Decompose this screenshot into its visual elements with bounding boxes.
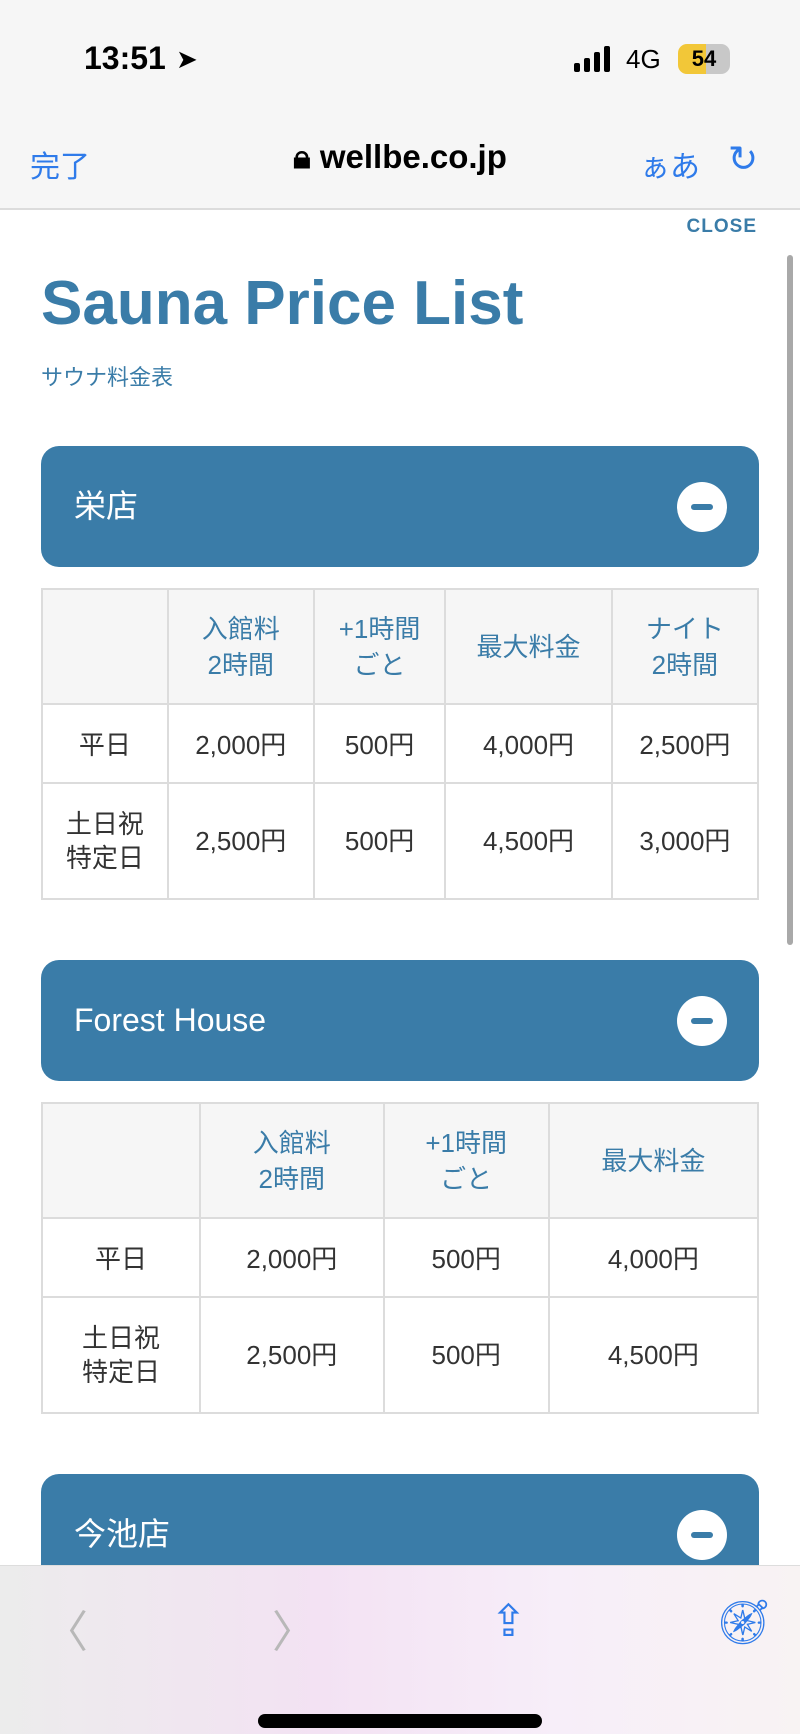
collapse-icon[interactable] xyxy=(677,1510,727,1560)
price-cell: 500円 xyxy=(382,1217,550,1298)
price-cell: 500円 xyxy=(312,703,447,784)
status-bar: 13:51 ➤ 4G 54 xyxy=(0,0,800,100)
price-table-forest-house: 入館料 2時間 +1時間 ごと 最大料金 平日 2,000円 500円 4,000円 土日… xyxy=(41,1102,760,1414)
done-button[interactable]: 完了 xyxy=(30,142,90,186)
price-cell: 4,500円 xyxy=(444,782,613,900)
header-cell: 入館料 2時間 xyxy=(198,1102,385,1219)
network-type: 4G xyxy=(626,44,661,74)
collapse-icon[interactable] xyxy=(677,482,727,532)
page-subtitle: サウナ料金表 xyxy=(41,365,174,390)
price-cell: 4,000円 xyxy=(444,703,613,784)
scrollbar[interactable] xyxy=(787,255,793,945)
header-cell: 最大料金 xyxy=(444,588,613,705)
table-row: 土日祝 特定日 2,500円 500円 4,500円 3,000円 xyxy=(41,782,760,900)
price-cell: 500円 xyxy=(312,782,447,900)
close-button[interactable]: CLOSE xyxy=(687,216,757,238)
header-cell xyxy=(41,588,169,705)
section-header-forest-house[interactable]: Forest House xyxy=(41,960,759,1081)
price-cell: 2,500円 xyxy=(166,782,315,900)
row-label: 平日 xyxy=(41,703,169,784)
home-indicator xyxy=(258,1714,542,1728)
price-table-sakae: 入館料 2時間 +1時間 ごと 最大料金 ナイト 2時間 平日 2,000円 500円 4,… xyxy=(41,588,760,900)
forward-icon[interactable]: 〉 xyxy=(272,1596,316,1660)
back-icon[interactable]: 〈 xyxy=(44,1596,88,1660)
price-cell: 4,500円 xyxy=(547,1296,760,1414)
section-title: Forest House xyxy=(74,1002,267,1038)
location-arrow-icon: ➤ xyxy=(176,44,198,74)
section-title: 栄店 xyxy=(74,488,139,524)
page-title: Sauna Price List xyxy=(41,269,524,338)
header-cell xyxy=(41,1102,201,1219)
signal-icon xyxy=(574,46,610,72)
text-size-button[interactable]: ぁあ xyxy=(640,142,700,186)
table-row: 平日 2,000円 500円 4,000円 xyxy=(41,1217,760,1298)
price-cell: 500円 xyxy=(382,1296,550,1414)
url-text: wellbe.co.jp xyxy=(319,138,507,175)
price-cell: 2,500円 xyxy=(610,703,760,784)
header-cell: 入館料 2時間 xyxy=(166,588,315,705)
reload-icon[interactable]: ↻ xyxy=(728,138,758,180)
row-label: 平日 xyxy=(41,1217,201,1298)
header-cell: ナイト 2時間 xyxy=(610,588,760,705)
compass-icon[interactable]: 🧭︎ xyxy=(716,1596,772,1648)
share-icon[interactable]: ⇪ xyxy=(490,1596,527,1647)
browser-bottom-bar: 〈 〉 ⇪ 🧭︎ xyxy=(0,1565,800,1734)
header-cell: +1時間 ごと xyxy=(312,588,447,705)
price-cell: 2,500円 xyxy=(198,1296,385,1414)
header-cell: +1時間 ごと xyxy=(382,1102,550,1219)
row-label: 土日祝 特定日 xyxy=(41,1296,201,1414)
collapse-icon[interactable] xyxy=(677,996,727,1046)
clock: 13:51 xyxy=(84,40,166,76)
table-row: 平日 2,000円 500円 4,000円 2,500円 xyxy=(41,703,760,784)
browser-toolbar: 🔒︎ wellbe.co.jp 完了 ぁあ ↻ xyxy=(0,100,800,210)
price-cell: 3,000円 xyxy=(610,782,760,900)
section-header-sakae[interactable]: 栄店 xyxy=(41,446,759,567)
table-row: 土日祝 特定日 2,500円 500円 4,500円 xyxy=(41,1296,760,1414)
price-cell: 2,000円 xyxy=(198,1217,385,1298)
price-cell: 2,000円 xyxy=(166,703,315,784)
section-title: 今池店 xyxy=(74,1516,171,1552)
header-cell: 最大料金 xyxy=(547,1102,760,1219)
price-cell: 4,000円 xyxy=(547,1217,760,1298)
row-label: 土日祝 特定日 xyxy=(41,782,169,900)
battery-icon: 54 xyxy=(678,44,730,74)
